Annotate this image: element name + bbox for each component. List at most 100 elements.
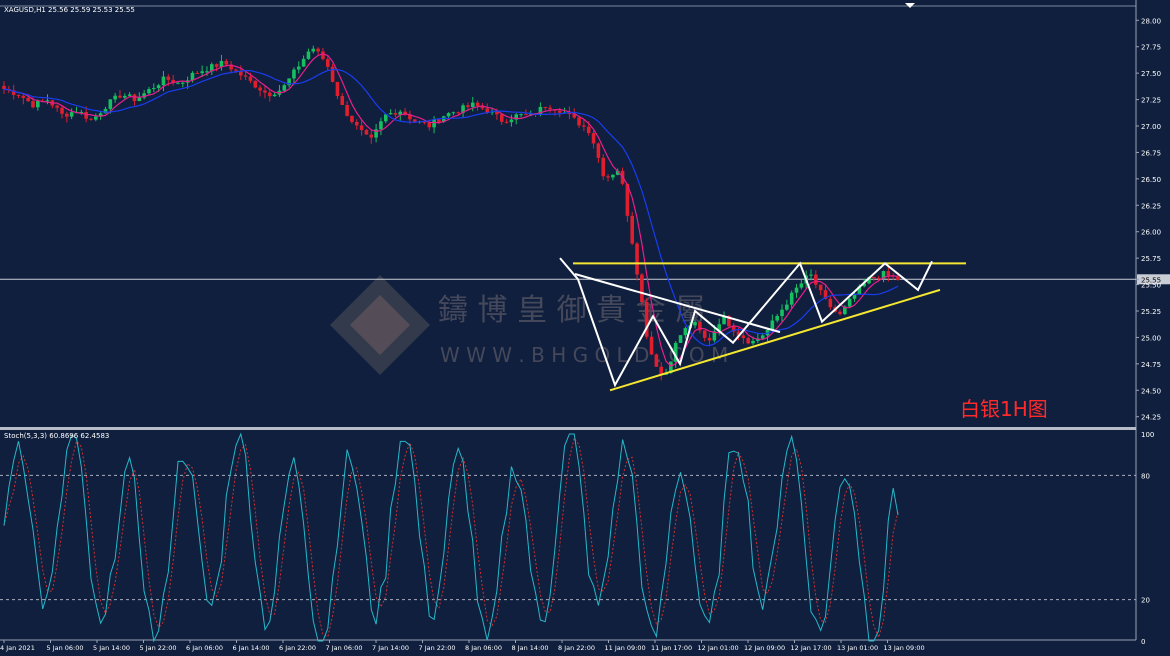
stoch-tick-label: 100 (1141, 431, 1154, 439)
candle-body (456, 112, 461, 114)
candle-body (267, 92, 272, 97)
price-tick-label: 27.75 (1141, 44, 1161, 52)
candle-body (16, 94, 21, 96)
candle-body (181, 82, 185, 84)
time-tick-label: 12 Jan 17:00 (791, 644, 832, 652)
candle-body (693, 322, 697, 326)
price-tick-label: 26.75 (1141, 149, 1161, 157)
candle-body (243, 75, 248, 77)
time-tick-label: 6 Jan 14:00 (233, 644, 270, 652)
price-tick-label: 25.50 (1141, 282, 1161, 290)
candle-body (65, 113, 69, 117)
candle-body (770, 320, 775, 330)
candle-body (248, 76, 253, 81)
candle-body (2, 85, 6, 90)
candle-body (296, 66, 301, 70)
chart-canvas: 鑄 博 皇 御 貴 金 屬W W W . B H G O L D . C O M… (0, 0, 1170, 652)
time-tick-label: 6 Jan 06:00 (186, 644, 223, 652)
candle-body (272, 94, 277, 97)
candle-body (649, 336, 654, 355)
candle-body (451, 112, 456, 114)
time-tick-label: 8 Jan 22:00 (558, 644, 595, 652)
time-tick-label: 12 Jan 09:00 (744, 644, 785, 652)
candle-body (147, 89, 151, 94)
candle-body (325, 59, 330, 67)
price-tick-label: 27.25 (1141, 97, 1161, 105)
price-tick-label: 27.00 (1141, 123, 1161, 131)
candle-body (707, 337, 712, 341)
candle-body (253, 80, 258, 88)
stoch-tick-label: 20 (1141, 597, 1150, 605)
time-tick-label: 11 Jan 17:00 (651, 644, 692, 652)
candle-body (543, 106, 548, 108)
candle-body (702, 330, 707, 338)
candle-body (582, 125, 586, 127)
candle-body (369, 134, 374, 138)
time-tick-label: 7 Jan 22:00 (419, 644, 456, 652)
time-tick-label: 11 Jan 09:00 (605, 644, 646, 652)
candle-body (640, 274, 644, 302)
candle-body (176, 82, 180, 84)
candle-body (127, 94, 132, 96)
candle-body (654, 354, 659, 367)
candle-body (132, 94, 137, 102)
candle-body (872, 277, 876, 279)
candle-body (611, 174, 615, 178)
price-tick-label: 25.00 (1141, 334, 1161, 342)
candle-body (113, 95, 117, 100)
candle-body (601, 157, 606, 177)
candle-body (780, 309, 784, 316)
candle-body (123, 95, 127, 98)
candle-body (311, 48, 316, 52)
price-tick-label: 27.50 (1141, 70, 1161, 78)
time-tick-label: 8 Jan 14:00 (512, 644, 549, 652)
candle-body (137, 97, 142, 102)
candle-body (55, 105, 59, 108)
time-tick-label: 7 Jan 14:00 (372, 644, 409, 652)
candle-body (321, 51, 325, 60)
candle-body (335, 81, 340, 97)
candle-body (36, 100, 40, 108)
candle-body (446, 113, 451, 117)
candle-body (412, 119, 417, 122)
candle-body (509, 119, 514, 123)
candle-body (586, 126, 591, 134)
price-tick-label: 24.25 (1141, 414, 1161, 422)
candle-body (292, 69, 296, 79)
candle-body (393, 113, 398, 115)
candle-body (166, 76, 171, 80)
watermark: 鑄 博 皇 御 貴 金 屬W W W . B H G O L D . C O M (330, 275, 728, 375)
candle-body (548, 107, 552, 110)
candle-body (741, 335, 746, 339)
candle-body (21, 95, 26, 99)
candle-body (818, 284, 823, 291)
candle-body (775, 315, 779, 321)
candle-body (224, 60, 229, 65)
candle-body (760, 335, 765, 339)
time-tick-label: 13 Jan 09:00 (884, 644, 925, 652)
candle-body (354, 121, 359, 126)
candle-body (301, 58, 306, 67)
candle-body (89, 118, 93, 120)
time-tick-label: 6 Jan 22:00 (279, 644, 316, 652)
candle-body (364, 130, 369, 135)
candle-body (635, 243, 639, 275)
candle-body (205, 71, 209, 73)
candle-body (60, 107, 64, 114)
time-tick-label: 13 Jan 01:00 (837, 644, 878, 652)
symbol-header: XAGUSD,H1 25.56 25.59 25.53 25.55 (4, 6, 135, 14)
candle-body (84, 111, 88, 119)
candle-body (345, 105, 349, 116)
time-tick-label: 5 Jan 22:00 (140, 644, 177, 652)
panel-separator (0, 427, 1136, 430)
candle-body (519, 114, 523, 116)
candle-body (379, 121, 383, 130)
candle-body (388, 113, 393, 115)
candle-body (432, 119, 436, 128)
candle-body (504, 121, 509, 123)
stoch-tick-label: 80 (1141, 472, 1150, 480)
candle-body (306, 51, 311, 59)
candle-body (359, 125, 364, 131)
candle-body (108, 99, 113, 109)
price-tick-label: 25.75 (1141, 255, 1161, 263)
